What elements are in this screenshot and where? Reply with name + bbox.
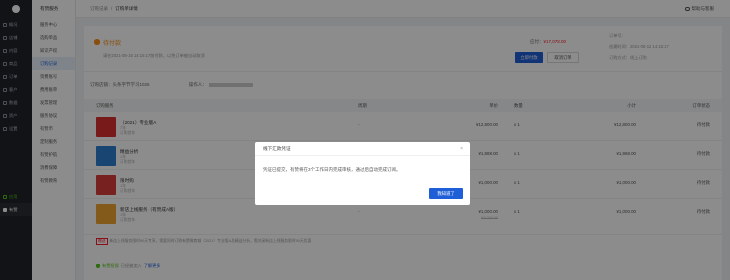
close-icon[interactable]: × <box>460 146 463 152</box>
dialog-message: 凭证已提交，有赞将在3个工作日内完成审核，通过后自动完成订阅。 <box>263 167 401 172</box>
modal-overlay[interactable] <box>0 0 730 280</box>
dialog: 线下汇款凭证 × 凭证已提交，有赞将在3个工作日内完成审核，通过后自动完成订阅。… <box>255 142 470 205</box>
ok-button[interactable]: 我知道了 <box>429 188 463 199</box>
dialog-title: 线下汇款凭证 <box>255 142 470 156</box>
